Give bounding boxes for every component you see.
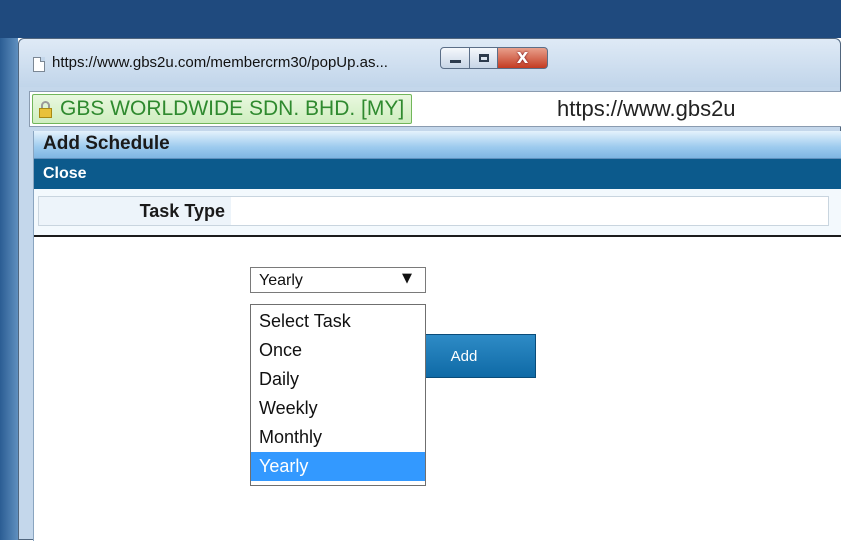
option-once[interactable]: Once xyxy=(251,336,425,365)
form-panel: Task Type xyxy=(34,189,841,235)
dialog-header: Add Schedule xyxy=(34,131,841,159)
close-link[interactable]: Close xyxy=(43,165,87,183)
dialog-title: Add Schedule xyxy=(43,133,170,154)
url-text[interactable]: https://www.gbs2u xyxy=(557,96,736,122)
minimize-button[interactable] xyxy=(440,47,470,69)
certificate-name: GBS WORLDWIDE SDN. BHD. [MY] xyxy=(60,97,405,120)
page-icon xyxy=(33,57,45,72)
task-type-select[interactable]: Yearly ▼ xyxy=(250,267,426,293)
label-cell: Task Type xyxy=(39,197,231,225)
minimize-icon xyxy=(449,59,461,63)
close-window-button[interactable]: X xyxy=(498,47,548,69)
window-title: https://www.gbs2u.com/membercrm30/popUp.… xyxy=(52,54,388,71)
task-type-dropdown-list: Select Task Once Daily Weekly Monthly Ye… xyxy=(250,304,426,486)
desktop-side-window xyxy=(0,38,18,540)
task-type-label: Task Type xyxy=(139,201,225,221)
option-select-task[interactable]: Select Task xyxy=(251,307,425,336)
option-yearly[interactable]: Yearly xyxy=(251,452,425,481)
task-type-row: Task Type xyxy=(38,196,829,226)
lock-icon xyxy=(39,100,52,118)
close-icon: X xyxy=(516,49,529,67)
desktop-background xyxy=(0,0,841,38)
title-bar[interactable]: https://www.gbs2u.com/membercrm30/popUp.… xyxy=(19,39,840,87)
task-type-selected-value: Yearly xyxy=(259,272,303,289)
dropdown-arrow-icon: ▼ xyxy=(402,271,412,286)
maximize-button[interactable] xyxy=(470,47,498,69)
address-bar[interactable]: GBS WORLDWIDE SDN. BHD. [MY] https://www… xyxy=(29,91,841,127)
option-weekly[interactable]: Weekly xyxy=(251,394,425,423)
panel-divider xyxy=(34,235,841,237)
option-monthly[interactable]: Monthly xyxy=(251,423,425,452)
maximize-icon xyxy=(478,54,489,62)
option-daily[interactable]: Daily xyxy=(251,365,425,394)
certificate-badge[interactable]: GBS WORLDWIDE SDN. BHD. [MY] xyxy=(32,94,413,124)
popup-window: https://www.gbs2u.com/membercrm30/popUp.… xyxy=(18,38,841,541)
close-bar: Close xyxy=(34,159,841,189)
